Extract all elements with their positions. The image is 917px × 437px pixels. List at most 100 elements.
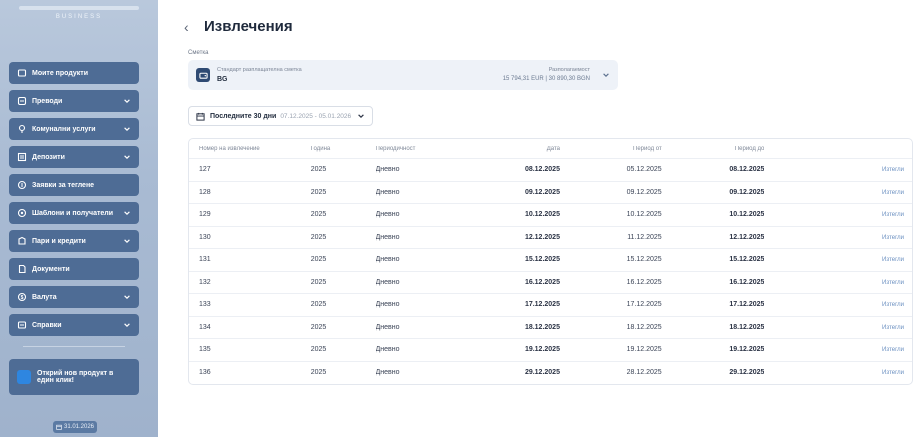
cell-frequency: Дневно (375, 301, 400, 309)
cell-statement-number: 132 (199, 278, 211, 286)
download-link[interactable]: Изтегли (882, 325, 904, 331)
chevron-down-icon (124, 155, 130, 160)
promo-label: Открий нов продукт в един клик! (37, 370, 114, 384)
column-header-period-from[interactable]: Период от (560, 146, 662, 152)
download-link[interactable]: Изтегли (882, 347, 904, 353)
sidebar-item-deposit[interactable]: Депозити (9, 146, 139, 168)
chevron-down-icon (124, 211, 130, 216)
templates-icon (17, 208, 27, 218)
cell-period-to: 19.12.2025 (729, 346, 765, 354)
cell-statement-number: 130 (199, 233, 211, 241)
cell-statement-number: 128 (199, 188, 211, 196)
column-header-number[interactable]: Номер на извлечение (189, 146, 311, 152)
sidebar-item-templates[interactable]: Шаблони и получатели (9, 202, 139, 224)
sidebar-item-label: Документи (32, 265, 70, 273)
table-row[interactable]: 130 2025 Дневно 12.12.2025 11.12.2025 12.12.2… (189, 227, 912, 249)
promo-new-product-button[interactable]: Открий нов продукт в един клик! (9, 359, 139, 395)
account-label: Сметка (188, 50, 209, 56)
cell-frequency: Дневно (375, 188, 400, 196)
download-link[interactable]: Изтегли (882, 280, 904, 286)
cell-period-to: 29.12.2025 (729, 369, 765, 377)
table-row[interactable]: 131 2025 Дневно 15.12.2025 15.12.2025 15.12.2… (189, 249, 912, 272)
sidebar-divider (23, 346, 125, 347)
sidebar-item-label: Валута (32, 293, 57, 301)
download-link[interactable]: Изтегли (882, 257, 904, 263)
chevron-down-icon (124, 295, 130, 300)
cell-year: 2025 (310, 211, 327, 219)
table-row[interactable]: 127 2025 Дневно 08.12.2025 05.12.2025 08.12.2… (189, 159, 912, 182)
download-link[interactable]: Изтегли (882, 302, 904, 308)
cell-period-from: 05.12.2025 (626, 166, 662, 174)
column-header-year[interactable]: Година (311, 146, 376, 152)
cell-actions: Изтегли (764, 324, 912, 331)
cell-period-from: 15.12.2025 (626, 256, 662, 264)
wallet-icon (196, 68, 210, 82)
table-row[interactable]: 132 2025 Дневно 16.12.2025 16.12.2025 16.12.2… (189, 272, 912, 294)
chevron-down-icon (124, 323, 130, 328)
table-row[interactable]: 136 2025 Дневно 29.12.2025 28.12.2025 29.12.2… (189, 362, 912, 385)
table-row[interactable]: 133 2025 Дневно 17.12.2025 17.12.2025 17.12.2… (189, 294, 912, 317)
cell-date: 18.12.2025 (524, 323, 560, 331)
cell-date: 10.12.2025 (524, 211, 560, 219)
svg-text:$: $ (21, 295, 24, 301)
cell-statement-number: 134 (199, 323, 211, 331)
sidebar-item-reports[interactable]: Справки (9, 314, 139, 336)
transfer-icon (17, 96, 27, 106)
cell-year: 2025 (310, 323, 327, 331)
cell-actions: Изтегли (764, 346, 912, 353)
table-row[interactable]: 128 2025 Дневно 09.12.2025 09.12.2025 09.12.2… (189, 182, 912, 204)
cell-year: 2025 (310, 346, 327, 354)
cell-year: 2025 (310, 301, 327, 309)
documents-icon (17, 264, 27, 274)
sidebar-item-transfer[interactable]: Преводи (9, 90, 139, 112)
column-header-period-to[interactable]: Период до (662, 146, 765, 152)
sidebar-nav: Моите продукти Преводи Комунални услуги Деп… (9, 62, 139, 395)
sidebar-item-utilities[interactable]: Комунални услуги (9, 118, 139, 140)
chevron-down-icon[interactable] (602, 71, 610, 79)
cell-year: 2025 (310, 369, 327, 377)
sidebar-item-credit[interactable]: Пари и кредити (9, 230, 139, 252)
sidebar-item-label: Преводи (32, 97, 63, 105)
sidebar-item-documents[interactable]: Документи (9, 258, 139, 280)
download-link[interactable]: Изтегли (882, 212, 904, 218)
credit-icon (17, 236, 27, 246)
account-balance: Разполагаемост 15 794,31 EUR | 30 890,30… (503, 66, 590, 84)
cell-year: 2025 (310, 188, 327, 196)
calendar-icon (56, 424, 62, 430)
cell-frequency: Дневно (375, 166, 400, 174)
download-link[interactable]: Изтегли (882, 235, 904, 241)
sidebar-item-products[interactable]: Моите продукти (9, 62, 139, 84)
cell-actions: Изтегли (764, 166, 912, 173)
cell-period-to: 15.12.2025 (729, 256, 765, 264)
download-link[interactable]: Изтегли (882, 370, 904, 376)
cell-year: 2025 (310, 233, 327, 241)
cell-date: 16.12.2025 (524, 278, 560, 286)
table-row[interactable]: 135 2025 Дневно 19.12.2025 19.12.2025 19.12.2… (189, 339, 912, 362)
download-link[interactable]: Изтегли (882, 167, 904, 173)
back-arrow-icon[interactable]: ‹ (184, 20, 196, 34)
sidebar-item-label: Справки (32, 321, 62, 329)
cell-period-to: 09.12.2025 (729, 188, 765, 196)
cell-frequency: Дневно (375, 346, 400, 354)
cell-frequency: Дневно (375, 256, 400, 264)
cell-year: 2025 (310, 278, 327, 286)
cell-actions: Изтегли (764, 256, 912, 263)
column-header-frequency[interactable]: Периодичност (376, 146, 471, 152)
download-link[interactable]: Изтегли (882, 190, 904, 196)
account-selector[interactable]: Стандарт разплащателна сметка BG Разпола… (188, 60, 618, 90)
bank-logo[interactable]: BUSINESS (9, 0, 149, 46)
period-filter-dropdown[interactable]: Последните 30 дни 07.12.2025 - 05.01.202… (188, 106, 374, 126)
chevron-down-icon (124, 127, 130, 132)
sidebar-item-currency[interactable]: $ Валута (9, 286, 139, 308)
cell-date: 08.12.2025 (524, 166, 560, 174)
chevron-down-icon (358, 114, 364, 119)
sidebar-item-withdraw[interactable]: Заявки за теглене (9, 174, 139, 196)
account-type: Стандарт разплащателна сметка (217, 67, 302, 73)
table-row[interactable]: 129 2025 Дневно 10.12.2025 10.12.2025 10.12.2… (189, 204, 912, 227)
cell-period-to: 10.12.2025 (729, 211, 765, 219)
chevron-down-icon (124, 99, 130, 104)
cell-period-from: 28.12.2025 (626, 369, 662, 377)
statements-table: Номер на извлечение Година Периодичност … (188, 138, 913, 385)
column-header-date[interactable]: Дата (470, 146, 560, 152)
table-row[interactable]: 134 2025 Дневно 18.12.2025 18.12.2025 18.12.2… (189, 317, 912, 339)
